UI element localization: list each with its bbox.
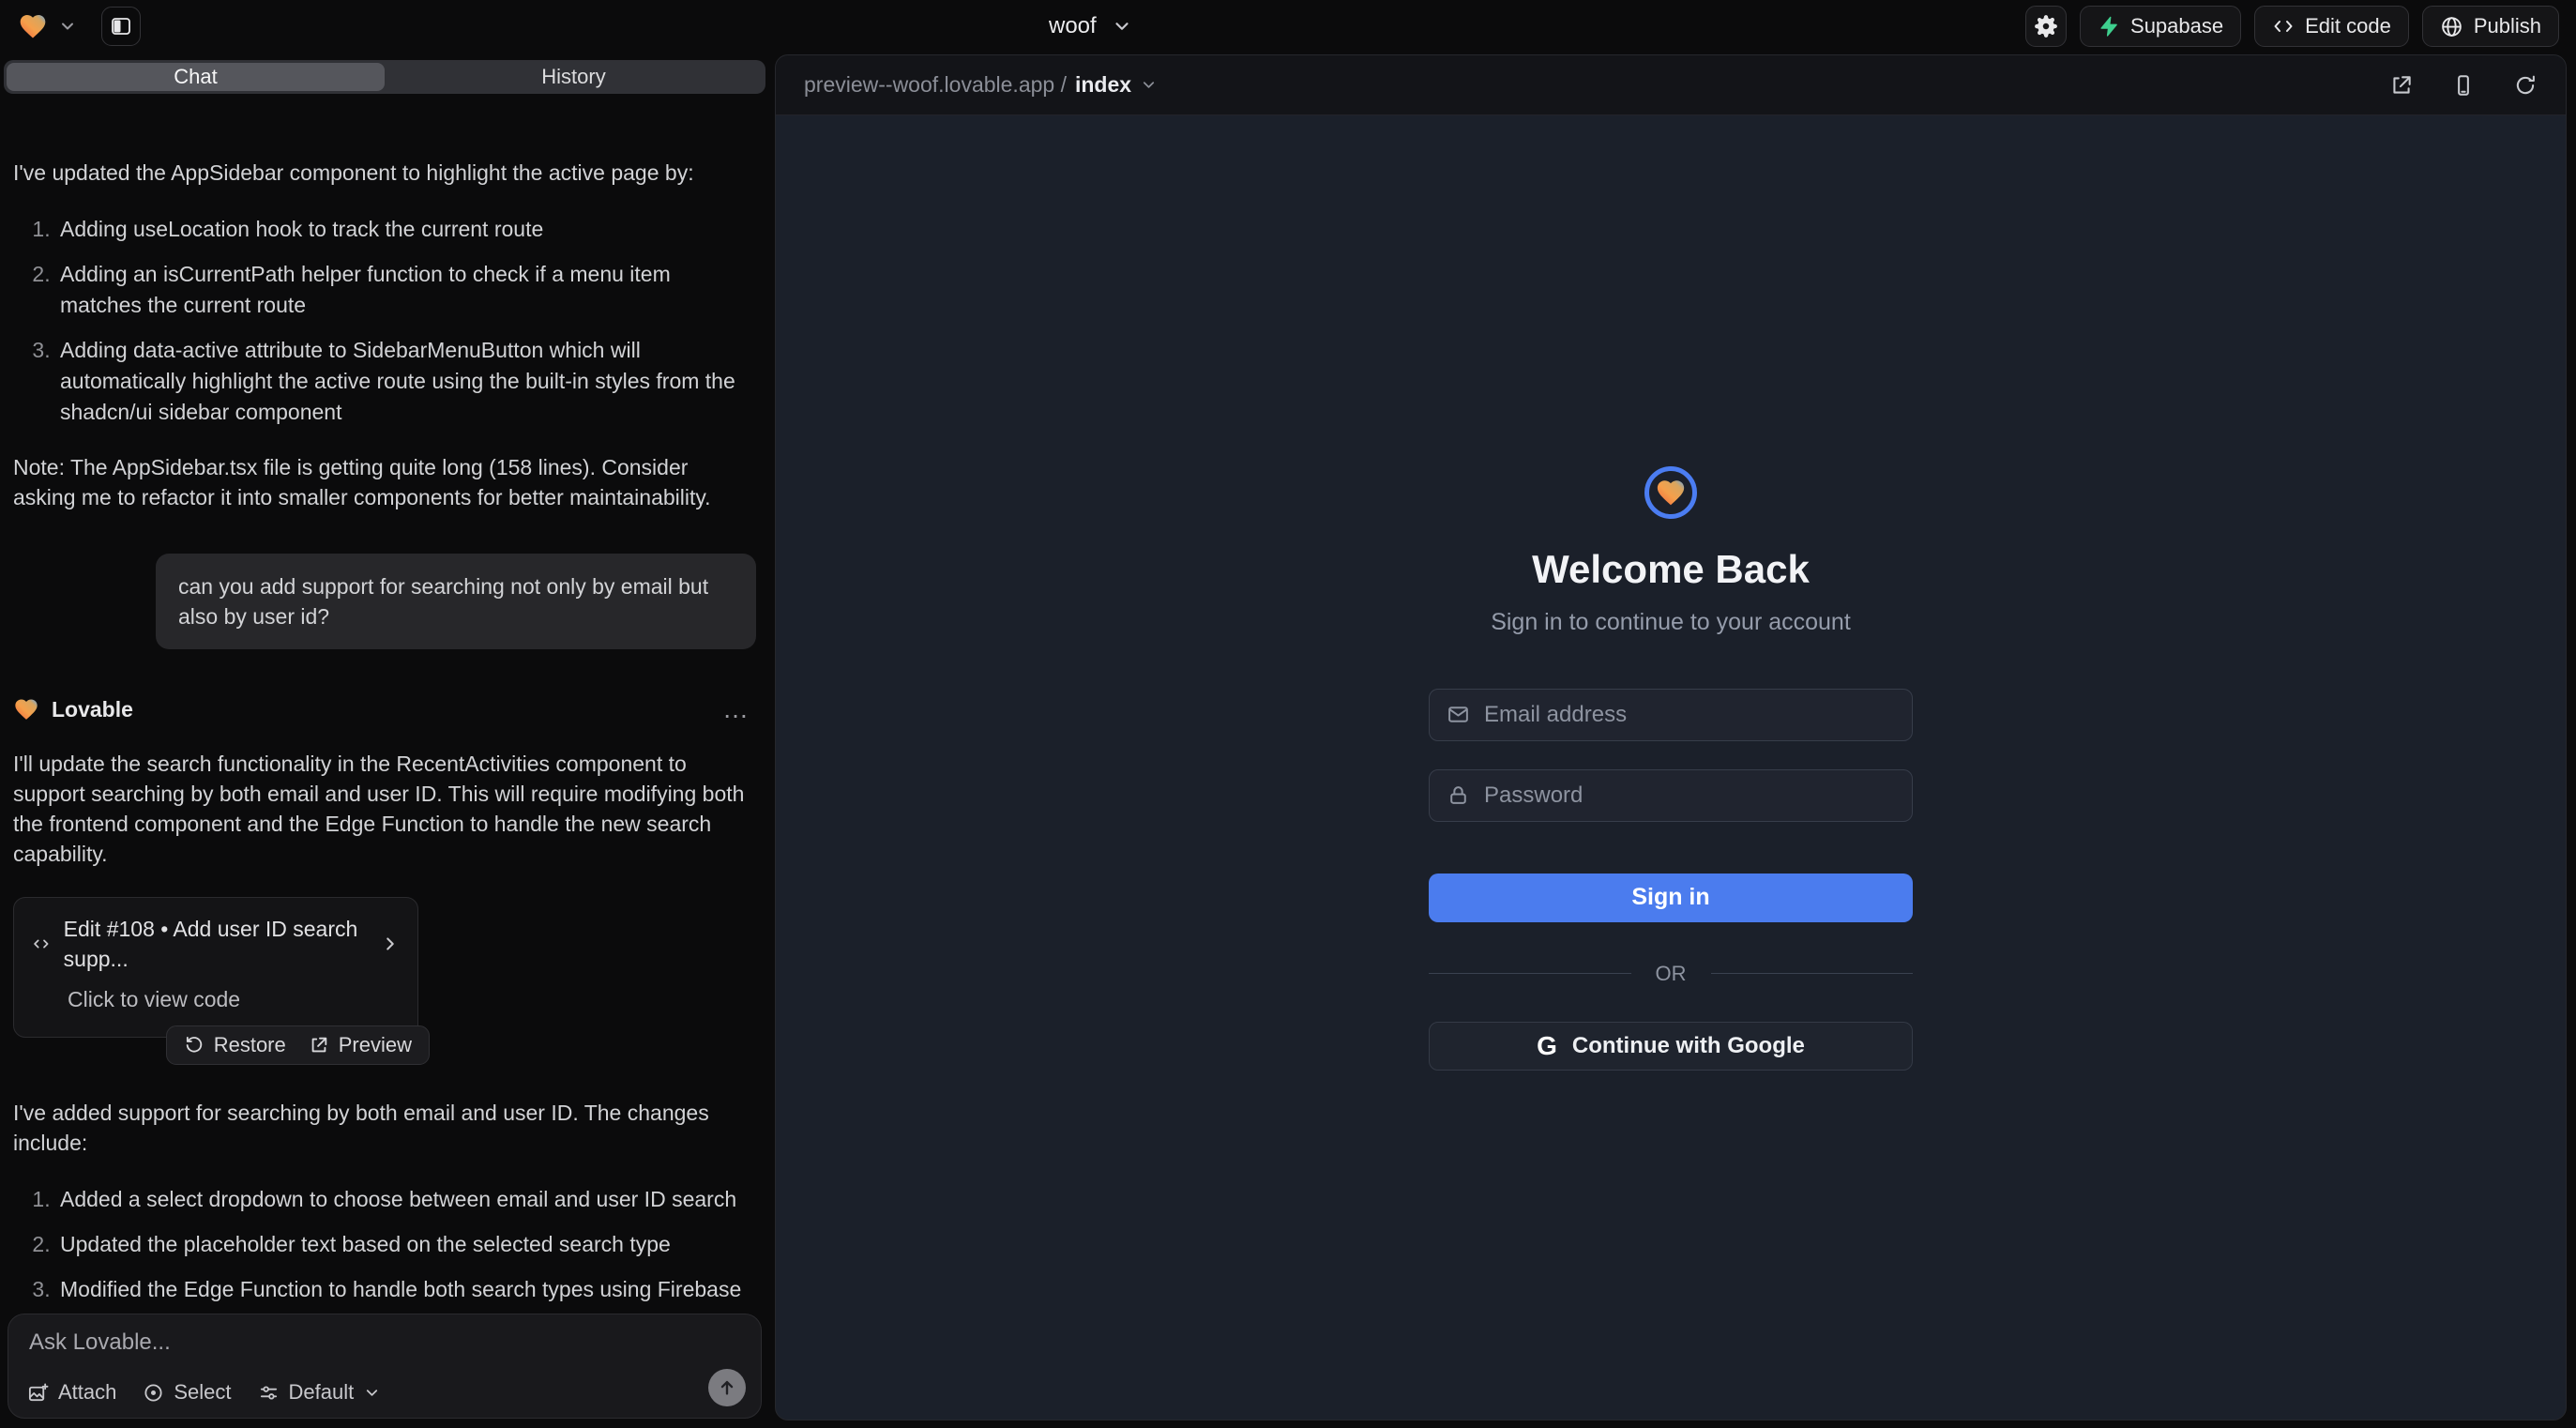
sign-in-button[interactable]: Sign in	[1429, 874, 1913, 922]
app-logo	[1644, 466, 1697, 519]
login-heading: Welcome Back	[1532, 547, 1810, 592]
mode-selector[interactable]: Default	[258, 1380, 382, 1405]
assistant-header: Lovable …	[13, 694, 756, 724]
chevron-down-icon[interactable]	[1112, 16, 1132, 37]
list-item: Modified the Edge Function to handle bot…	[56, 1274, 756, 1304]
or-divider: OR	[1429, 962, 1913, 986]
preview-label: Preview	[339, 1030, 412, 1060]
code-icon	[31, 932, 52, 956]
chevron-right-icon	[380, 934, 401, 954]
preview-viewport: Welcome Back Sign in to continue to your…	[776, 116, 2566, 1420]
assistant-note: Note: The AppSidebar.tsx file is getting…	[13, 452, 756, 512]
supabase-icon	[2098, 15, 2120, 38]
sliders-icon	[258, 1382, 280, 1404]
edit-card-title: Edit #108 • Add user ID search supp...	[64, 914, 368, 974]
user-message-bubble: can you add support for searching not on…	[156, 554, 756, 649]
assistant-list: Adding useLocation hook to track the cur…	[13, 214, 756, 428]
message-menu-button[interactable]: …	[722, 694, 756, 724]
panel-left-icon	[110, 15, 132, 38]
chat-panel: Chat History I've updated the AppSidebar…	[0, 53, 769, 1428]
open-in-new-tab-button[interactable]	[2389, 73, 2414, 98]
edit-code-label: Edit code	[2305, 14, 2391, 38]
publish-label: Publish	[2474, 14, 2541, 38]
tab-history[interactable]: History	[385, 63, 763, 91]
restore-icon	[184, 1035, 205, 1056]
chevron-down-icon	[1140, 76, 1158, 94]
lovable-heart-icon	[13, 696, 39, 722]
password-input[interactable]	[1484, 782, 1895, 809]
preview-header: preview--woof.lovable.app / index	[776, 55, 2566, 115]
supabase-label: Supabase	[2130, 14, 2223, 38]
mobile-phone-icon	[2451, 73, 2476, 98]
chat-input[interactable]	[29, 1329, 528, 1356]
code-icon	[2272, 15, 2295, 38]
edit-version-card[interactable]: Edit #108 • Add user ID search supp... C…	[13, 897, 418, 1038]
email-input[interactable]	[1484, 702, 1895, 728]
chevron-down-icon[interactable]	[58, 17, 77, 36]
send-button[interactable]	[708, 1369, 746, 1406]
or-label: OR	[1656, 962, 1687, 986]
mobile-view-button[interactable]	[2451, 73, 2476, 98]
version-actions: Restore Preview	[166, 1025, 430, 1065]
mode-label: Default	[289, 1380, 355, 1405]
external-link-icon	[2389, 73, 2414, 98]
sidebar-toggle-button[interactable]	[101, 7, 141, 46]
login-subheading: Sign in to continue to your account	[1491, 609, 1851, 636]
list-item: Adding useLocation hook to track the cur…	[56, 214, 756, 245]
heart-logo-icon	[1655, 477, 1687, 509]
continue-with-google-button[interactable]: G Continue with Google	[1429, 1022, 1913, 1071]
refresh-button[interactable]	[2513, 73, 2538, 98]
edit-code-button[interactable]: Edit code	[2254, 6, 2409, 47]
refresh-icon	[2513, 73, 2538, 98]
select-label: Select	[174, 1380, 231, 1405]
password-field[interactable]	[1429, 769, 1913, 822]
chat-message-list[interactable]: I've updated the AppSidebar component to…	[0, 158, 769, 1304]
gear-icon	[2034, 14, 2058, 38]
publish-button[interactable]: Publish	[2422, 6, 2559, 47]
attach-button[interactable]: Attach	[27, 1380, 116, 1405]
login-card: Welcome Back Sign in to continue to your…	[1429, 466, 1913, 1071]
select-button[interactable]: Select	[143, 1380, 231, 1405]
google-icon: G	[1537, 1031, 1557, 1061]
google-button-label: Continue with Google	[1572, 1033, 1805, 1059]
list-item: Updated the placeholder text based on th…	[56, 1229, 756, 1260]
list-item: Adding an isCurrentPath helper function …	[56, 259, 756, 321]
top-bar: woof Supabase Edit code Publish	[0, 0, 2576, 53]
list-item: Added a select dropdown to choose betwee…	[56, 1184, 756, 1215]
supabase-button[interactable]: Supabase	[2080, 6, 2241, 47]
email-field[interactable]	[1429, 689, 1913, 741]
restore-label: Restore	[214, 1030, 286, 1060]
settings-button[interactable]	[2025, 6, 2067, 47]
preview-panel: preview--woof.lovable.app / index Welcom…	[775, 54, 2567, 1420]
edit-card-subtitle: Click to view code	[68, 984, 401, 1014]
mail-icon	[1447, 703, 1470, 726]
chat-composer: Attach Select Default	[8, 1314, 762, 1419]
arrow-up-icon	[717, 1377, 737, 1398]
preview-button[interactable]: Preview	[309, 1030, 412, 1060]
restore-button[interactable]: Restore	[184, 1030, 286, 1060]
chat-history-tabs: Chat History	[4, 60, 765, 94]
lock-icon	[1447, 783, 1470, 807]
list-item: Adding data-active attribute to SidebarM…	[56, 335, 756, 428]
tab-chat[interactable]: Chat	[7, 63, 385, 91]
chevron-down-icon	[363, 1384, 381, 1402]
assistant-name: Lovable	[52, 694, 133, 724]
select-target-icon	[143, 1382, 164, 1404]
assistant-list: Added a select dropdown to choose betwee…	[13, 1184, 756, 1304]
preview-url-prefix: preview--woof.lovable.app /	[804, 72, 1067, 98]
attach-image-icon	[27, 1382, 49, 1404]
preview-url[interactable]: preview--woof.lovable.app / index	[804, 72, 1158, 98]
globe-icon	[2440, 15, 2463, 38]
attach-label: Attach	[58, 1380, 116, 1405]
lovable-logo-icon[interactable]	[17, 10, 49, 42]
preview-url-page: index	[1075, 72, 1131, 98]
assistant-message-intro: I've updated the AppSidebar component to…	[13, 158, 756, 188]
project-title[interactable]: woof	[1049, 13, 1097, 39]
external-link-icon	[309, 1035, 329, 1056]
assistant-message-summary: I've added support for searching by both…	[13, 1098, 756, 1158]
assistant-message-intro: I'll update the search functionality in …	[13, 749, 756, 869]
